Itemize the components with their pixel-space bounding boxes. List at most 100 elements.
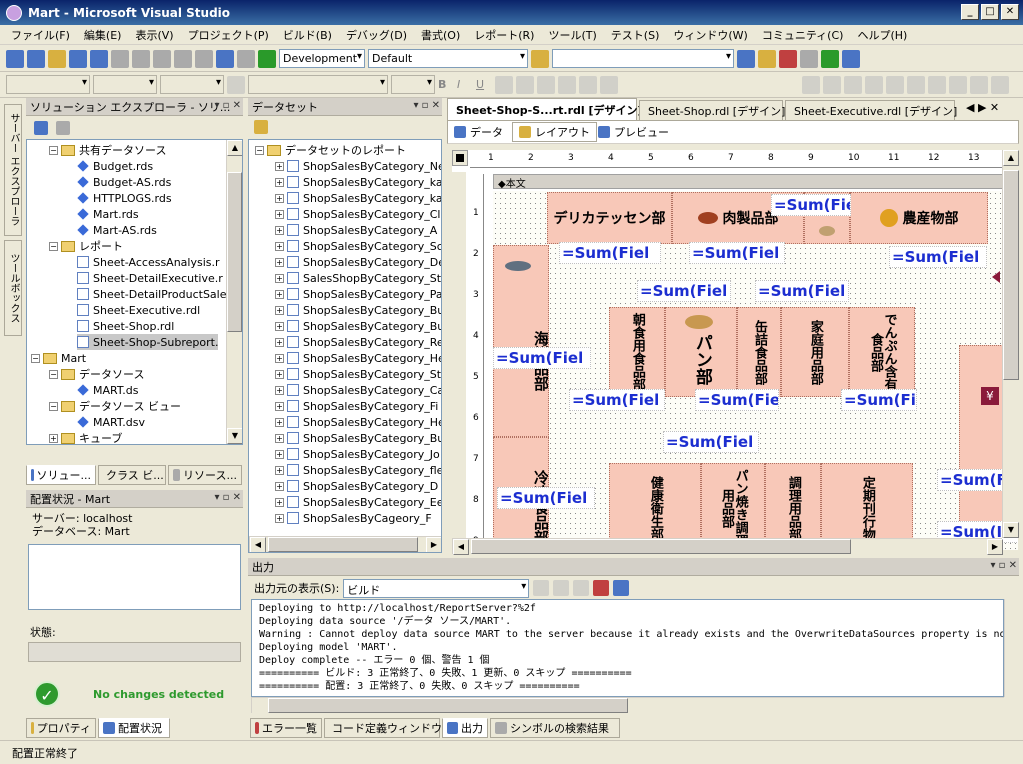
align-centers-icon[interactable]	[823, 75, 841, 94]
scroll-right-arrow[interactable]: ▶	[426, 537, 441, 552]
scroll-thumb[interactable]	[268, 698, 628, 713]
dataset-item[interactable]: + SalesShopByCategory_St	[275, 270, 441, 286]
expand-icon[interactable]: +	[275, 337, 284, 347]
tools-icon[interactable]	[800, 49, 818, 68]
collapse-icon[interactable]: −	[49, 145, 58, 155]
show-all-files-icon[interactable]	[56, 121, 70, 135]
save-all-icon[interactable]	[90, 49, 108, 68]
tab-class-view[interactable]: クラス ビ...	[98, 465, 166, 485]
solution-item[interactable]: Sheet-Executive.rdl	[77, 302, 200, 318]
new-project-icon[interactable]	[6, 49, 24, 68]
doc-tab-subreport[interactable]: Sheet-Shop-S...rt.rdl [デザイン]	[447, 98, 643, 120]
design-vscrollbar[interactable]: ▲ ▼	[1002, 150, 1019, 538]
dataset-item[interactable]: + ShopSalesByCategory_De	[275, 254, 441, 270]
expand-icon[interactable]: +	[275, 193, 284, 203]
menu-test[interactable]: テスト(S)	[604, 27, 667, 43]
navigate-forward-icon[interactable]	[237, 49, 255, 68]
menu-edit[interactable]: 編集(E)	[77, 27, 129, 43]
menu-file[interactable]: ファイル(F)	[4, 27, 77, 43]
dataset-item[interactable]: + ShopSalesByCategory_St	[275, 366, 441, 382]
dataset-item[interactable]: + ShopSalesByCategory_Jo	[275, 446, 440, 462]
tab-data[interactable]: データ	[454, 124, 503, 140]
sum-field[interactable]: =Sum(Fiel	[689, 242, 785, 264]
dataset-item[interactable]: + ShopSalesByCategory_He	[275, 414, 441, 430]
minimize-button[interactable]: _	[961, 4, 979, 20]
clear-all-icon[interactable]	[593, 580, 610, 596]
sum-field[interactable]: =Sum(Fiel	[569, 389, 665, 411]
scroll-down-arrow[interactable]: ▼	[1003, 522, 1019, 538]
find-in-files-icon[interactable]	[531, 49, 549, 68]
platform-select[interactable]: Default	[368, 49, 528, 68]
dataset-item[interactable]: + ShopSalesByCategory_D	[275, 478, 438, 494]
sum-field[interactable]: =Sum(Fie	[841, 389, 917, 411]
solution-item[interactable]: − Mart	[31, 350, 86, 366]
properties-icon[interactable]	[758, 49, 776, 68]
align-right-icon[interactable]	[579, 75, 597, 94]
solution-explorer-icon[interactable]	[737, 49, 755, 68]
dataset-item[interactable]: + ShopSalesByCategory_A	[275, 222, 437, 238]
cell-farm[interactable]: 農産物部	[850, 192, 988, 244]
solution-item[interactable]: MART.dsv	[77, 414, 145, 430]
solution-item[interactable]: − 共有データソース	[49, 142, 166, 158]
font-select[interactable]	[93, 75, 157, 94]
scroll-thumb[interactable]	[227, 172, 242, 332]
undo-icon[interactable]	[174, 49, 192, 68]
expand-icon[interactable]: +	[275, 353, 284, 363]
close-button[interactable]: ✕	[1001, 4, 1019, 20]
cell-periodical[interactable]: 定期刊行物	[821, 463, 913, 550]
solution-item[interactable]: Budget.rds	[77, 158, 153, 174]
tab-preview[interactable]: プレビュー	[598, 124, 669, 140]
output-hscrollbar[interactable]	[251, 697, 1004, 713]
expand-icon[interactable]: +	[275, 241, 284, 251]
sum-field[interactable]: =Sum(Fiel	[497, 487, 595, 509]
solution-item[interactable]: Sheet-DetailExecutive.r	[77, 270, 223, 286]
solution-item[interactable]: − レポート	[49, 238, 123, 254]
font-size-select[interactable]	[160, 75, 224, 94]
cell-canned[interactable]: 缶詰食品部	[737, 307, 781, 397]
dataset-item[interactable]: + ShopSalesByCategory_He	[275, 350, 441, 366]
align-rights-icon[interactable]	[844, 75, 862, 94]
scroll-thumb[interactable]	[471, 539, 851, 554]
align-center-icon[interactable]	[558, 75, 576, 94]
solution-item[interactable]: MART.ds	[77, 382, 138, 398]
dataset-item[interactable]: + ShopSalesByCategory_Fi	[275, 398, 438, 414]
menu-report[interactable]: レポート(R)	[467, 27, 541, 43]
output-source-select[interactable]: ビルド	[343, 578, 530, 598]
expand-icon[interactable]: +	[275, 433, 284, 443]
scroll-up-arrow[interactable]: ▲	[1003, 150, 1019, 166]
tab-solution-explorer[interactable]: ソリュー...	[26, 465, 96, 485]
cell-baking[interactable]: パン焼き調理用品部	[701, 463, 765, 550]
dataset-item[interactable]: + ShopSalesByCategory_Bu	[275, 302, 441, 318]
menu-view[interactable]: 表示(V)	[128, 27, 180, 43]
collapse-icon[interactable]: −	[49, 369, 58, 379]
dataset-item[interactable]: + ShopSalesByCategory_ka	[275, 190, 441, 206]
highlight-icon[interactable]	[516, 75, 534, 94]
sum-field[interactable]: =Sum(Fiel	[559, 242, 661, 264]
expand-icon[interactable]: +	[275, 305, 284, 315]
tab-output[interactable]: 出力	[442, 718, 488, 738]
size-select[interactable]	[391, 75, 435, 94]
menu-community[interactable]: コミュニティ(C)	[755, 27, 851, 43]
server-explorer-tab[interactable]: サーバー エクスプローラ	[4, 104, 22, 236]
menu-window[interactable]: ウィンドウ(W)	[666, 27, 754, 43]
sum-field[interactable]: =Sum(Fiel	[663, 431, 759, 453]
spacing-icon[interactable]	[991, 75, 1009, 94]
expand-icon[interactable]: +	[275, 273, 284, 283]
expand-icon[interactable]: +	[275, 497, 284, 507]
font-family-select[interactable]	[248, 75, 388, 94]
output-vscrollbar[interactable]	[1004, 599, 1019, 697]
dataset-item[interactable]: + ShopSalesByCategory_Sc	[275, 238, 441, 254]
same-width-icon[interactable]	[928, 75, 946, 94]
expand-icon[interactable]: +	[275, 209, 284, 219]
body-section-bar[interactable]: ◆本文	[493, 174, 1018, 190]
cell-seafood[interactable]: 海鮮品部	[493, 245, 549, 437]
toolbox-icon[interactable]	[779, 49, 797, 68]
tab-properties[interactable]: プロパティ	[26, 718, 96, 738]
cell-cooking[interactable]: 調理用品部	[765, 463, 821, 550]
border-icon[interactable]	[227, 75, 245, 94]
dataset-item[interactable]: + ShopSalesByCategory_Ne	[275, 158, 441, 174]
scroll-thumb[interactable]	[1003, 170, 1019, 380]
paste-icon[interactable]	[153, 49, 171, 68]
same-height-icon[interactable]	[949, 75, 967, 94]
dataset-item[interactable]: + ShopSalesByCategory_Cl	[275, 206, 440, 222]
